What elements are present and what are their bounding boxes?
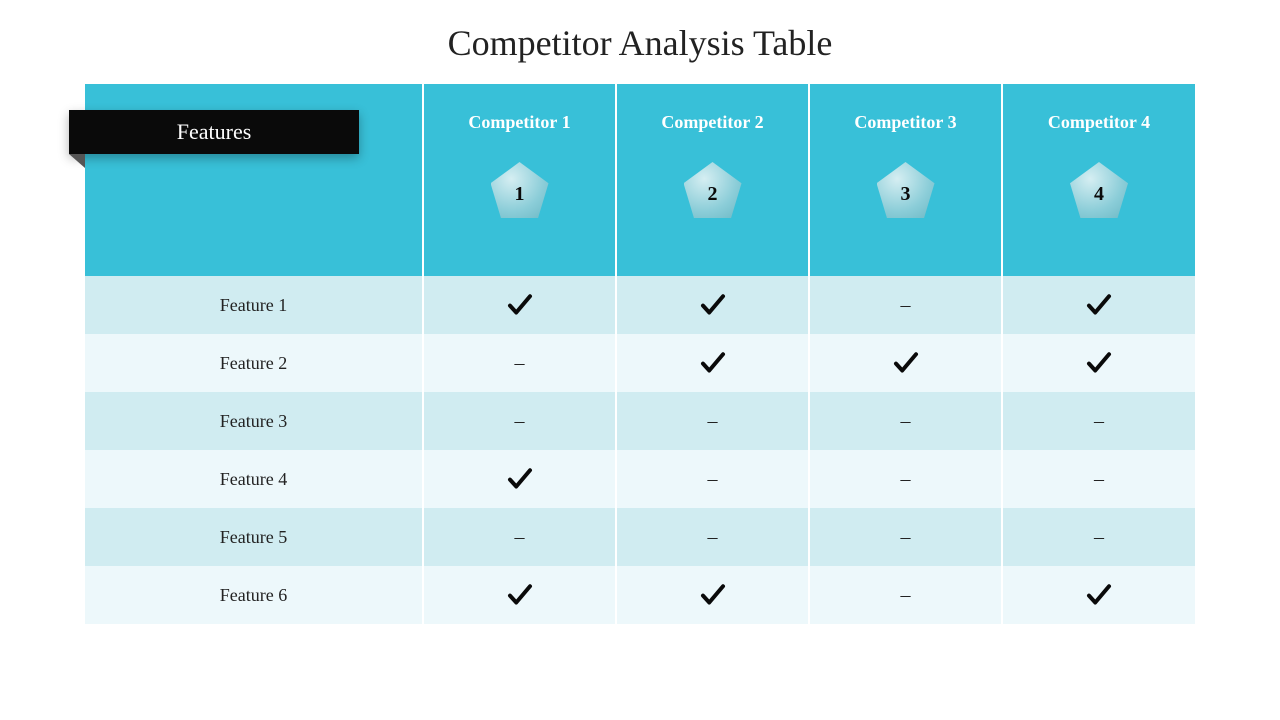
feature-value-cell bbox=[616, 566, 809, 624]
check-icon bbox=[698, 583, 728, 603]
feature-value-cell bbox=[423, 566, 616, 624]
dash-icon: – bbox=[901, 526, 911, 548]
competitor-label: Competitor 2 bbox=[661, 112, 763, 132]
feature-label-cell: Feature 4 bbox=[85, 450, 423, 508]
feature-label-cell: Feature 2 bbox=[85, 334, 423, 392]
check-icon bbox=[1084, 293, 1114, 313]
feature-value-cell: – bbox=[1002, 392, 1195, 450]
feature-value-cell: – bbox=[616, 392, 809, 450]
feature-value-cell: – bbox=[809, 392, 1002, 450]
dash-icon: – bbox=[901, 584, 911, 606]
dash-icon: – bbox=[515, 410, 525, 432]
feature-value-cell: – bbox=[809, 450, 1002, 508]
feature-value-cell bbox=[616, 334, 809, 392]
feature-value-cell bbox=[423, 276, 616, 334]
pentagon-number: 1 bbox=[515, 183, 525, 206]
table-row: Feature 1 – bbox=[85, 276, 1195, 334]
feature-value-cell: – bbox=[423, 334, 616, 392]
dash-icon: – bbox=[708, 410, 718, 432]
check-icon bbox=[505, 293, 535, 313]
competitor-header-3: Competitor 3 3 bbox=[809, 84, 1002, 276]
check-icon bbox=[1084, 351, 1114, 371]
dash-icon: – bbox=[1094, 410, 1104, 432]
check-icon bbox=[505, 583, 535, 603]
pentagon-icon: 4 bbox=[1070, 162, 1128, 218]
feature-value-cell: – bbox=[1002, 450, 1195, 508]
check-icon bbox=[891, 351, 921, 371]
competitor-header-4: Competitor 4 4 bbox=[1002, 84, 1195, 276]
pentagon-icon: 1 bbox=[491, 162, 549, 218]
feature-value-cell bbox=[809, 334, 1002, 392]
dash-icon: – bbox=[901, 294, 911, 316]
page-title: Competitor Analysis Table bbox=[0, 0, 1280, 84]
feature-value-cell bbox=[616, 276, 809, 334]
pentagon-icon: 3 bbox=[877, 162, 935, 218]
table-row: Feature 3 – – – – bbox=[85, 392, 1195, 450]
table-row: Feature 6 – bbox=[85, 566, 1195, 624]
feature-value-cell: – bbox=[616, 508, 809, 566]
competitor-header-2: Competitor 2 2 bbox=[616, 84, 809, 276]
feature-value-cell: – bbox=[809, 508, 1002, 566]
dash-icon: – bbox=[1094, 526, 1104, 548]
table-row: Feature 2 – bbox=[85, 334, 1195, 392]
feature-value-cell: – bbox=[423, 508, 616, 566]
competitor-label: Competitor 1 bbox=[468, 112, 570, 132]
check-icon bbox=[505, 467, 535, 487]
feature-label-cell: Feature 3 bbox=[85, 392, 423, 450]
table-header-row: Features Competitor 1 1 Competitor 2 2 bbox=[85, 84, 1195, 276]
dash-icon: – bbox=[515, 526, 525, 548]
feature-value-cell bbox=[423, 450, 616, 508]
features-label-tag: Features bbox=[69, 110, 359, 154]
feature-value-cell bbox=[1002, 276, 1195, 334]
feature-label-cell: Feature 5 bbox=[85, 508, 423, 566]
feature-value-cell bbox=[1002, 566, 1195, 624]
feature-label-cell: Feature 6 bbox=[85, 566, 423, 624]
pentagon-number: 4 bbox=[1094, 183, 1104, 206]
check-icon bbox=[698, 351, 728, 371]
features-header: Features bbox=[85, 84, 423, 276]
table-row: Feature 4 – – – bbox=[85, 450, 1195, 508]
feature-label-cell: Feature 1 bbox=[85, 276, 423, 334]
competitor-label: Competitor 3 bbox=[854, 112, 956, 132]
check-icon bbox=[1084, 583, 1114, 603]
comparison-table: Features Competitor 1 1 Competitor 2 2 bbox=[85, 84, 1195, 624]
feature-value-cell bbox=[1002, 334, 1195, 392]
pentagon-number: 3 bbox=[901, 183, 911, 206]
feature-value-cell: – bbox=[1002, 508, 1195, 566]
feature-value-cell: – bbox=[809, 276, 1002, 334]
competitor-header-1: Competitor 1 1 bbox=[423, 84, 616, 276]
check-icon bbox=[698, 293, 728, 313]
pentagon-icon: 2 bbox=[684, 162, 742, 218]
dash-icon: – bbox=[708, 468, 718, 490]
dash-icon: – bbox=[901, 468, 911, 490]
competitor-label: Competitor 4 bbox=[1048, 112, 1150, 132]
feature-value-cell: – bbox=[423, 392, 616, 450]
feature-value-cell: – bbox=[809, 566, 1002, 624]
dash-icon: – bbox=[1094, 468, 1104, 490]
dash-icon: – bbox=[515, 352, 525, 374]
table-row: Feature 5 – – – – bbox=[85, 508, 1195, 566]
feature-value-cell: – bbox=[616, 450, 809, 508]
pentagon-number: 2 bbox=[708, 183, 718, 206]
dash-icon: – bbox=[708, 526, 718, 548]
dash-icon: – bbox=[901, 410, 911, 432]
